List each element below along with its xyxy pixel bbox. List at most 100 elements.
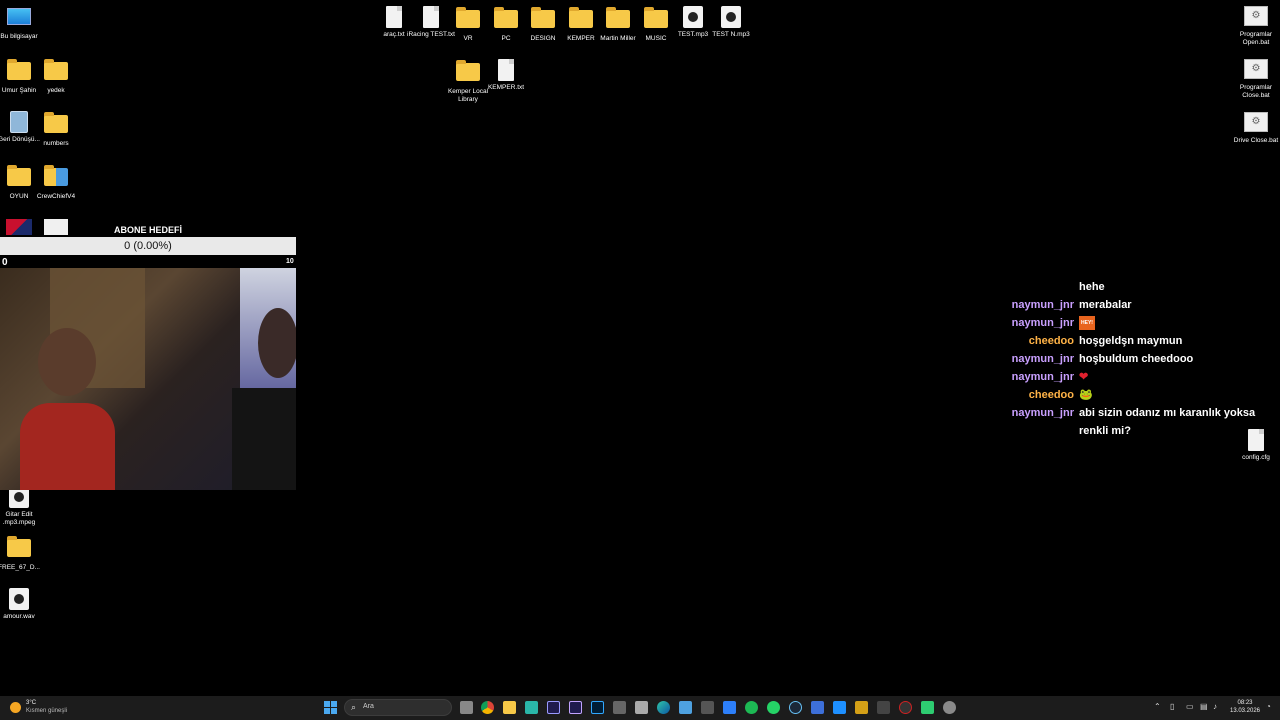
- network-icon[interactable]: ▤: [1200, 702, 1208, 711]
- start-button[interactable]: [324, 701, 337, 714]
- desktop-icon-yedek[interactable]: yedek: [32, 58, 80, 95]
- folder-icon: [44, 112, 68, 133]
- chat-text: hoşbuldum cheedooo: [1079, 353, 1194, 365]
- weather-widget[interactable]: 3°C Kısmen güneşli: [8, 700, 78, 717]
- webcam-person-left: [20, 328, 115, 490]
- desktop-icon-crewchief[interactable]: CrewChiefV4: [32, 164, 80, 201]
- whatsapp-icon[interactable]: [767, 701, 780, 714]
- chat-message: cheedoo 🐸: [1000, 386, 1260, 404]
- todo-icon[interactable]: [723, 701, 736, 714]
- desktop-icon-programlar-open[interactable]: ⚙ Programlar Open.bat: [1232, 6, 1280, 47]
- frog-emote-icon: 🐸: [1079, 389, 1093, 401]
- after-effects-icon[interactable]: [547, 701, 560, 714]
- clock[interactable]: 08:23 13.03.2026: [1228, 699, 1262, 715]
- icon-label: amour.wav: [3, 613, 35, 620]
- webcam-person-right: [232, 308, 296, 490]
- calculator-icon[interactable]: [701, 701, 714, 714]
- sub-goal-progress-text: 0 (0.00%): [124, 240, 172, 252]
- steam-icon[interactable]: [789, 701, 802, 714]
- chrome-icon[interactable]: [481, 701, 494, 714]
- recycle-bin-icon: [6, 111, 32, 133]
- settings-icon[interactable]: [943, 701, 956, 714]
- app-icon[interactable]: [877, 701, 890, 714]
- task-view-icon[interactable]: [460, 701, 473, 714]
- app-icon[interactable]: [613, 701, 626, 714]
- chat-text: hehe: [1079, 281, 1105, 293]
- desktop-icon-this-pc[interactable]: Bu bilgisayar: [0, 6, 43, 41]
- usb-icon[interactable]: ▯: [1170, 702, 1174, 711]
- desktop-icon-amour-wav[interactable]: amour.wav: [0, 588, 43, 621]
- folder-icon: [569, 7, 593, 28]
- obs-icon[interactable]: [899, 701, 912, 714]
- chat-username: naymun_jnr: [1011, 371, 1074, 383]
- desktop-icon-test-n-mp3[interactable]: TEST N.mp3: [707, 6, 755, 39]
- premiere-icon[interactable]: [569, 701, 582, 714]
- desktop-icon-free-67[interactable]: FREE_67_D...: [0, 535, 43, 572]
- chat-message: naymun_jnr merabalar: [1000, 296, 1260, 314]
- webcam-feed: [0, 268, 296, 490]
- chat-text: merabalar: [1079, 299, 1132, 311]
- chat-username: cheedoo: [1028, 389, 1074, 401]
- gear-icon: ⚙: [1244, 6, 1268, 26]
- chat-text: hoşgeldşn maymun: [1079, 335, 1183, 347]
- notification-bell-icon[interactable]: ◔: [1266, 702, 1271, 711]
- desktop-icon-gitar-edit[interactable]: Gitar Edit .mp3.mpeg: [0, 486, 43, 527]
- text-file-icon: [423, 6, 439, 28]
- sub-goal-max: 10: [286, 258, 294, 265]
- folder-icon: [44, 59, 68, 80]
- gear-icon: ⚙: [1244, 59, 1268, 79]
- icon-label: Programlar Open.bat: [1239, 31, 1273, 46]
- chat-message: cheedoo hoşgeldşn maymun: [1000, 332, 1260, 350]
- icon-label: Bu bilgisayar: [0, 33, 38, 40]
- desktop-icon-drive-close[interactable]: ⚙ Drive Close.bat: [1232, 112, 1280, 145]
- search-icon: ⌕: [351, 702, 357, 712]
- chevron-up-icon[interactable]: ⌃: [1154, 702, 1161, 711]
- edge-icon[interactable]: [657, 701, 670, 714]
- spotify-icon[interactable]: [745, 701, 758, 714]
- media-file-icon: [9, 588, 29, 610]
- chat-overlay: hehe naymun_jnr merabalar naymun_jnr HEY…: [1000, 278, 1260, 440]
- clock-date: 13.03.2026: [1229, 708, 1261, 714]
- chat-text: abi sizin odanız mı karanlık yoksa renkl…: [1079, 407, 1256, 437]
- folder-icon: [7, 536, 31, 557]
- icon-label: Drive Close.bat: [1233, 137, 1279, 144]
- folder-icon: [456, 7, 480, 28]
- chat-message: hehe: [1000, 278, 1260, 296]
- icon-label: FREE_67_D...: [0, 564, 40, 571]
- app-icon[interactable]: [635, 701, 648, 714]
- desktop-icon-kemper-txt[interactable]: KEMPER.txt: [482, 59, 530, 92]
- media-file-icon: [721, 6, 741, 28]
- text-file-icon: [386, 6, 402, 28]
- chat-username: naymun_jnr: [1011, 353, 1074, 365]
- crewchief-icon: [44, 165, 68, 186]
- volume-icon[interactable]: ♪: [1213, 702, 1217, 711]
- app-icon[interactable]: [811, 701, 824, 714]
- chat-message: naymun_jnr ❤: [1000, 368, 1260, 386]
- app-icon[interactable]: [921, 701, 934, 714]
- app-icon[interactable]: [855, 701, 868, 714]
- folder-icon: [606, 7, 630, 28]
- photoshop-icon[interactable]: [591, 701, 604, 714]
- file-explorer-icon[interactable]: [503, 701, 516, 714]
- taskbar-search[interactable]: ⌕ Ara: [344, 699, 452, 716]
- monitor-icon: [7, 8, 31, 25]
- hey-emote-icon: HEY!: [1079, 316, 1095, 331]
- desktop-icon-programlar-close[interactable]: ⚙ Programlar Close.bat: [1232, 59, 1280, 100]
- icon-label: Programlar Close.bat: [1239, 84, 1273, 99]
- folder-icon: [644, 7, 668, 28]
- app-tray-icon[interactable]: ▭: [1186, 702, 1194, 711]
- folder-icon: [7, 59, 31, 80]
- desktop-icon-numbers[interactable]: numbers: [32, 111, 80, 148]
- taskbar: 3°C Kısmen güneşli ⌕ Ara ⌃ ▯ ▭ ▤ ♪ 08:23…: [0, 696, 1280, 720]
- app-icon[interactable]: [833, 701, 846, 714]
- chat-message: naymun_jnr HEY!: [1000, 314, 1260, 332]
- icon-label: TEST N.mp3: [712, 31, 750, 38]
- folder-icon: [494, 7, 518, 28]
- notepad-icon[interactable]: [679, 701, 692, 714]
- app-icon[interactable]: [525, 701, 538, 714]
- clock-time: 08:23: [1237, 700, 1253, 706]
- text-file-icon: [498, 59, 514, 81]
- sub-goal-title: ABONE HEDEFİ: [113, 225, 182, 235]
- icon-label: numbers: [43, 140, 69, 147]
- media-file-icon: [683, 6, 703, 28]
